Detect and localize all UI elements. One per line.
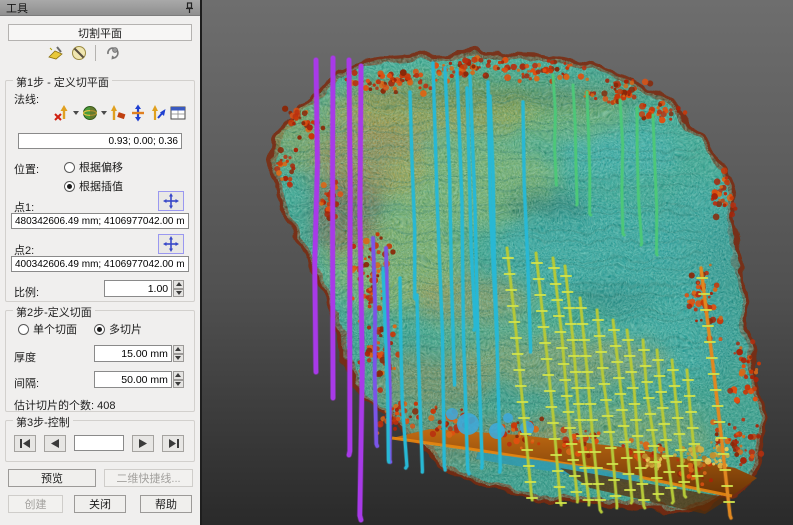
tool-header-label: 切割平面 [78, 25, 122, 41]
first-slice-button[interactable] [14, 435, 36, 452]
radio-by-offset[interactable]: 根据偏移 [64, 159, 123, 175]
tool-header: 切割平面 [8, 24, 192, 41]
radio-by-interp-circle[interactable] [64, 181, 75, 192]
scale-up-button[interactable] [173, 280, 184, 289]
pick-crosshair-icon [163, 193, 179, 209]
next-slice-button[interactable] [132, 435, 154, 452]
slice-count-text: 估计切片的个数: 408 [14, 397, 115, 413]
prev-icon [51, 439, 59, 448]
slice-index-input[interactable] [74, 435, 124, 451]
normal-table-icon[interactable] [168, 103, 188, 123]
thickness-down-button[interactable] [173, 354, 184, 363]
normal-vertical-icon[interactable] [128, 103, 148, 123]
interval-label: 间隔: [14, 375, 39, 391]
scale-down-button[interactable] [173, 289, 184, 298]
radio-by-offset-circle[interactable] [64, 162, 75, 173]
interval-input[interactable] [94, 371, 172, 388]
interval-spinner [94, 371, 184, 388]
normal-label: 法线: [14, 91, 39, 107]
top-toolbar [46, 43, 122, 63]
step3-legend: 第3步-控制 [13, 414, 73, 430]
thickness-spinner [94, 345, 184, 362]
close-button[interactable]: 关闭 [74, 495, 126, 513]
interval-up-button[interactable] [173, 371, 184, 380]
step2-group: 第2步-定义切面 单个切面 多切片 厚度 间隔: [5, 310, 195, 412]
step2-legend: 第2步-定义切面 [13, 304, 95, 320]
preview-button[interactable]: 预览 [8, 469, 96, 487]
point2-input[interactable] [11, 256, 189, 272]
radio-single-circle[interactable] [18, 324, 29, 335]
application-window: 工具 切割平面 [0, 0, 793, 525]
prev-slice-button[interactable] [44, 435, 66, 452]
step1-group: 第1步 - 定义切平面 法线: [5, 80, 195, 302]
normal-vector-input[interactable] [18, 133, 182, 149]
plane-edit-icon[interactable] [46, 44, 65, 62]
3d-viewport[interactable] [202, 0, 793, 525]
normal-icon-row [52, 103, 188, 123]
pin-icon[interactable] [185, 2, 194, 14]
point1-input[interactable] [11, 213, 189, 229]
help-button[interactable]: 帮助 [140, 495, 192, 513]
hand-rotate-icon[interactable] [103, 44, 122, 62]
create-button[interactable]: 创建 [8, 495, 63, 513]
point-cloud-scene [202, 0, 793, 525]
scale-label: 比例: [14, 284, 39, 300]
thickness-label: 厚度 [14, 349, 36, 365]
normal-axis-icon[interactable] [148, 103, 168, 123]
last-icon [168, 439, 179, 448]
panel-title: 工具 [6, 0, 185, 16]
toolbar-separator [95, 45, 96, 61]
normal-dropdown-2-icon[interactable] [101, 111, 107, 115]
radio-by-interp[interactable]: 根据插值 [64, 178, 123, 194]
step3-group: 第3步-控制 [5, 420, 195, 462]
first-icon [20, 439, 31, 448]
point2-pick-button[interactable] [158, 234, 184, 254]
point1-pick-button[interactable] [158, 191, 184, 211]
tool-panel: 工具 切割平面 [0, 0, 202, 525]
next-icon [139, 439, 147, 448]
last-slice-button[interactable] [162, 435, 184, 452]
shortcut-2d-button[interactable]: 二维快捷线... [104, 469, 193, 487]
interval-down-button[interactable] [173, 380, 184, 389]
normal-line-icon[interactable] [108, 103, 128, 123]
normal-invert-icon[interactable] [52, 103, 72, 123]
thickness-input[interactable] [94, 345, 172, 362]
scale-input[interactable] [104, 280, 172, 297]
panel-titlebar[interactable]: 工具 [0, 0, 200, 16]
pick-crosshair-icon [163, 236, 179, 252]
thickness-up-button[interactable] [173, 345, 184, 354]
normal-sphere-icon[interactable] [80, 103, 100, 123]
radio-multi-circle[interactable] [94, 324, 105, 335]
radio-single-section[interactable]: 单个切面 [18, 321, 77, 337]
scale-spinner [104, 280, 184, 297]
position-label: 位置: [14, 161, 39, 177]
step1-legend: 第1步 - 定义切平面 [13, 74, 112, 90]
normal-dropdown-1-icon[interactable] [73, 111, 79, 115]
radio-multi-slice[interactable]: 多切片 [94, 321, 142, 337]
plane-disable-icon[interactable] [69, 44, 88, 62]
